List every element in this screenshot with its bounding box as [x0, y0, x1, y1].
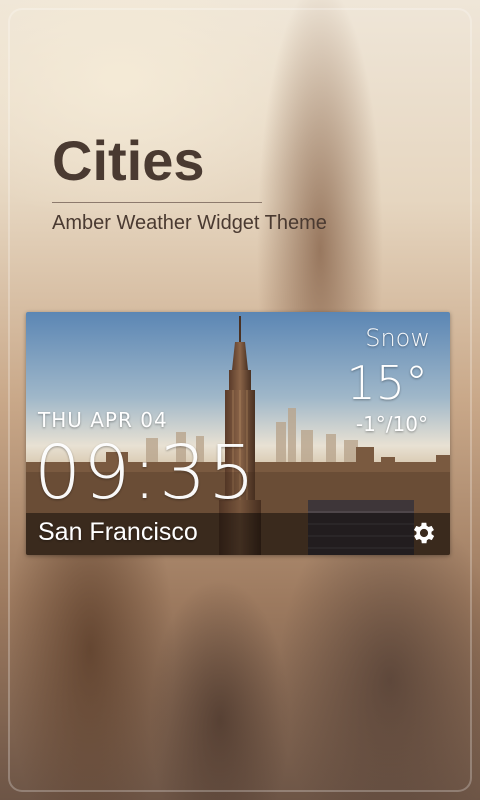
weather-widget[interactable]: Snow 15° -1°/10° THU APR 04 09:35 San Fr…: [26, 312, 450, 555]
gear-icon[interactable]: [410, 519, 438, 547]
theme-title: Cities: [52, 129, 205, 192]
current-temperature: 15°: [346, 356, 428, 410]
title-divider: [52, 202, 262, 203]
temperature-range: -1°/10°: [355, 412, 428, 436]
city-name[interactable]: San Francisco: [38, 518, 198, 547]
clock-time[interactable]: 09:35: [34, 430, 257, 516]
date-label: THU APR 04: [38, 408, 168, 432]
weather-condition: Snow: [365, 324, 430, 352]
theme-subtitle: Amber Weather Widget Theme: [52, 212, 327, 234]
